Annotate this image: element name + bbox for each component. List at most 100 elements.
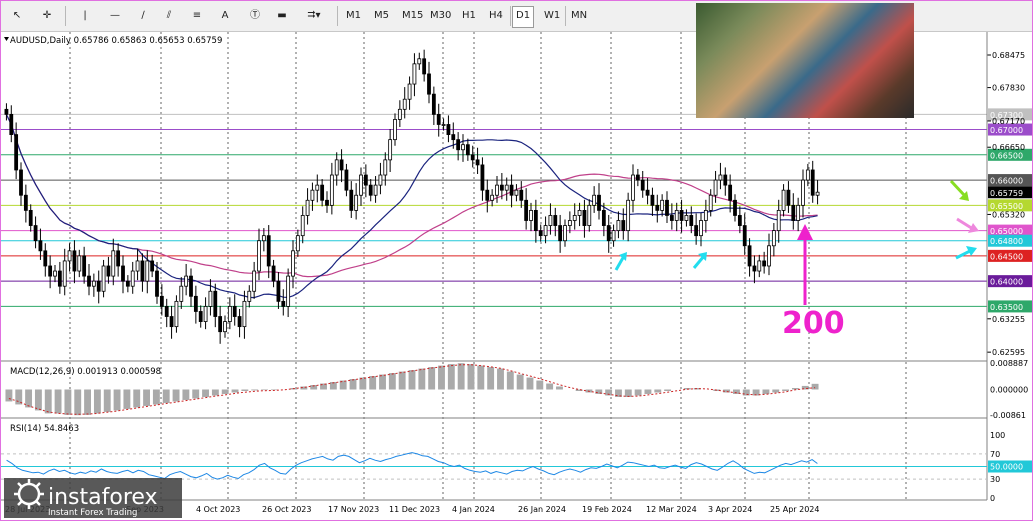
candle-body (155, 270, 159, 297)
candle-body (679, 209, 684, 221)
candle-body (286, 275, 291, 307)
candle-body (495, 184, 499, 196)
candle-body (198, 311, 203, 322)
last-price-text: 0.65759 (990, 189, 1023, 198)
candle-body (179, 285, 184, 302)
candle-body (62, 260, 67, 287)
candle-body (38, 240, 43, 252)
candle-body (397, 108, 402, 120)
time-tick-label: 26 Jan 2024 (518, 505, 566, 514)
candle-body (422, 58, 427, 75)
candle-body (567, 220, 572, 226)
candle-body (354, 194, 359, 211)
candle-body (101, 265, 106, 292)
macd-tick-label: 0.000000 (990, 386, 1028, 395)
candle-body (805, 169, 810, 181)
time-tick-label: 17 Nov 2023 (328, 505, 379, 514)
candle-body (674, 209, 679, 221)
candle-body (626, 199, 631, 232)
candle-body (116, 250, 121, 267)
candle-body (252, 270, 257, 292)
time-tick-label: 3 Apr 2024 (708, 505, 752, 514)
candle-body (694, 225, 699, 237)
candle-body (762, 260, 767, 267)
candle-body (329, 174, 334, 206)
candle-body (271, 265, 276, 282)
candle-body (33, 225, 38, 242)
rsi-tick-label: 70 (990, 450, 1000, 459)
candle-body (563, 225, 567, 242)
candle-body (524, 199, 529, 221)
candle-body (67, 250, 72, 262)
candle-body (606, 225, 611, 242)
candle-body (383, 159, 388, 176)
candle-body (611, 230, 616, 242)
macd-tick-label: -0.00861 (990, 411, 1026, 420)
candle-body (461, 144, 465, 151)
candle-body (48, 265, 53, 277)
candle-body (558, 225, 563, 242)
candle-body (125, 280, 130, 287)
candle-body (291, 250, 295, 277)
symbol-info-label: AUDUSD,Daily 0.65786 0.65863 0.65653 0.6… (10, 36, 222, 46)
candle-body (446, 124, 451, 135)
candle-body (53, 270, 57, 277)
candle-body (543, 225, 548, 237)
price-tick-label: 0.66650 (992, 143, 1025, 152)
currency-banknotes-image (696, 3, 914, 118)
candle-body (621, 220, 626, 232)
candle-body (703, 209, 708, 221)
price-tick-label: 0.67170 (992, 117, 1025, 126)
rsi-tick-label: 100 (990, 431, 1005, 440)
candle-body (456, 139, 461, 151)
time-tick-label: 11 Dec 2023 (389, 505, 440, 514)
candle-body (665, 199, 669, 216)
candle-body (57, 270, 62, 287)
candle-body (771, 230, 776, 247)
rsi-tick-label: 0 (990, 494, 995, 503)
candle-body (140, 260, 145, 282)
candle-body (742, 225, 747, 247)
candle-body (601, 209, 606, 226)
price-tick-label: 0.67830 (992, 84, 1025, 93)
candle-body (747, 245, 752, 267)
candle-body (427, 73, 431, 95)
candle-body (295, 235, 300, 252)
candle-body (733, 199, 737, 216)
candle-body (655, 204, 660, 211)
candle-body (247, 290, 252, 302)
time-tick-label: 19 Feb 2024 (582, 505, 632, 514)
candle-body (91, 280, 96, 287)
candle-body (242, 300, 247, 328)
candle-body (135, 260, 140, 272)
candle-body (689, 215, 694, 226)
candle-body (436, 113, 441, 125)
candle-body (402, 98, 407, 110)
candle-body (373, 184, 378, 196)
candle-body (227, 306, 232, 322)
candle-body (339, 159, 344, 171)
candle-body (388, 139, 393, 161)
price-tick-label: 0.63255 (992, 315, 1025, 324)
candle-body (344, 169, 349, 191)
level-tag-text: 0.67000 (990, 126, 1023, 135)
candle-body (587, 204, 592, 226)
candle-body (223, 321, 227, 333)
time-tick-label: 12 Mar 2024 (646, 505, 697, 514)
candle-body (713, 179, 718, 196)
candle-body (640, 179, 645, 191)
price-tick-label: 0.62595 (992, 348, 1025, 357)
candle-body (582, 209, 587, 226)
candle-body (23, 194, 28, 211)
candle-body (791, 204, 796, 221)
candle-body (218, 316, 223, 333)
candle-body (77, 255, 82, 272)
candle-body (660, 199, 665, 211)
candle-body (776, 209, 781, 232)
rsi-50-tag-text: 50.0000 (990, 463, 1023, 472)
watermark-tagline: Instant Forex Trading (48, 508, 137, 518)
candle-body (529, 209, 533, 221)
candle-body (431, 93, 436, 115)
time-tick-label: 25 Apr 2024 (770, 505, 819, 514)
price-tick-label: 0.68475 (992, 51, 1025, 60)
